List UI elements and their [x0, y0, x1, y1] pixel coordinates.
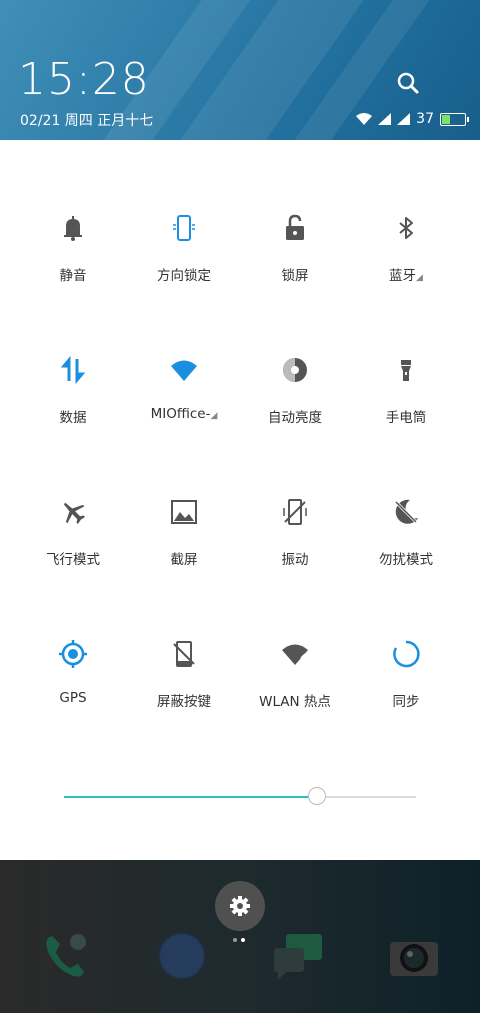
tile-label: 截屏	[170, 552, 198, 568]
unlock-icon	[286, 214, 304, 240]
notification-header: 15:28 02/21 周四 正月十七 37	[0, 0, 480, 140]
airplane-icon	[63, 502, 86, 525]
wifi-icon	[171, 360, 197, 381]
tile-label: 锁屏	[281, 268, 309, 284]
brightness-slider-fill	[64, 796, 318, 798]
hotspot-icon	[282, 644, 308, 665]
tile-airplane-mode[interactable]: 飞行模式	[18, 474, 128, 574]
tile-label: 屏蔽按键	[157, 694, 211, 710]
expand-arrow-icon: ◢	[416, 273, 423, 283]
tile-mobile-data[interactable]: 数据	[18, 332, 128, 432]
browser-app-icon[interactable]	[156, 930, 208, 982]
signal-icon	[378, 113, 392, 125]
tile-label: 勿扰模式	[379, 552, 433, 568]
sync-icon	[393, 640, 420, 668]
signal-icon	[397, 113, 411, 125]
settings-button[interactable]	[215, 881, 265, 931]
auto-brightness-icon	[283, 358, 307, 382]
tile-hotspot[interactable]: WLAN 热点	[240, 616, 350, 716]
tile-do-not-disturb[interactable]: 勿扰模式	[351, 474, 461, 574]
tile-label: 同步	[392, 694, 420, 710]
vibrate-icon	[283, 499, 307, 525]
tile-lock-screen[interactable]: 锁屏	[240, 190, 350, 290]
tile-gps[interactable]: GPS	[18, 616, 128, 716]
tile-label: GPS	[59, 690, 87, 706]
tile-label: 数据	[59, 410, 87, 426]
brightness-slider-thumb[interactable]	[308, 787, 327, 805]
page-dot	[233, 938, 237, 942]
tile-flashlight[interactable]: 手电筒	[351, 332, 461, 432]
tile-label: 手电筒	[385, 410, 427, 426]
bluetooth-icon	[399, 217, 413, 239]
tile-label: MIOffice-◢	[150, 406, 218, 422]
bell-icon	[64, 216, 82, 241]
status-bar: 37	[356, 111, 469, 127]
tile-auto-brightness[interactable]: 自动亮度	[240, 332, 350, 432]
clock-date[interactable]: 02/21 周四 正月十七	[20, 110, 153, 130]
battery-percent: 37	[416, 111, 434, 127]
tile-label: 方向锁定	[157, 268, 211, 284]
tile-vibrate[interactable]: 振动	[240, 474, 350, 574]
expand-arrow-icon: ◢	[210, 411, 218, 421]
search-icon	[397, 72, 419, 94]
camera-app-icon[interactable]	[388, 930, 440, 982]
tile-wifi[interactable]: MIOffice-◢	[129, 332, 239, 432]
tile-block-keys[interactable]: 屏蔽按键	[129, 616, 239, 716]
tile-label: 自动亮度	[268, 410, 322, 426]
clock-time[interactable]: 15:28	[18, 54, 150, 105]
gear-icon	[230, 896, 250, 916]
flashlight-icon	[401, 360, 411, 381]
tile-label: WLAN 热点	[259, 694, 331, 710]
tile-label: 飞行模式	[46, 552, 100, 568]
screenshot-icon	[171, 500, 197, 524]
block-keys-icon	[173, 641, 195, 667]
tile-mute[interactable]: 静音	[18, 190, 128, 290]
page-dot-active	[241, 938, 245, 942]
tile-bluetooth[interactable]: 蓝牙◢	[351, 190, 461, 290]
tile-sync[interactable]: 同步	[351, 616, 461, 716]
page-indicator	[233, 938, 245, 942]
mobile-data-icon	[60, 355, 86, 385]
tile-label: 静音	[59, 268, 87, 284]
tile-screenshot[interactable]: 截屏	[129, 474, 239, 574]
phone-app-icon[interactable]	[40, 930, 92, 982]
brightness-slider[interactable]	[64, 787, 416, 805]
tile-rotation-lock[interactable]: 方向锁定	[129, 190, 239, 290]
do-not-disturb-icon	[394, 499, 418, 524]
battery-icon	[440, 112, 469, 126]
rotation-lock-icon	[173, 215, 195, 241]
tile-label: 蓝牙◢	[389, 268, 423, 284]
search-button[interactable]	[393, 68, 423, 98]
gps-icon	[59, 640, 87, 668]
messages-app-icon[interactable]	[272, 930, 324, 982]
tile-label: 振动	[281, 552, 309, 568]
wifi-status-icon	[356, 113, 373, 125]
